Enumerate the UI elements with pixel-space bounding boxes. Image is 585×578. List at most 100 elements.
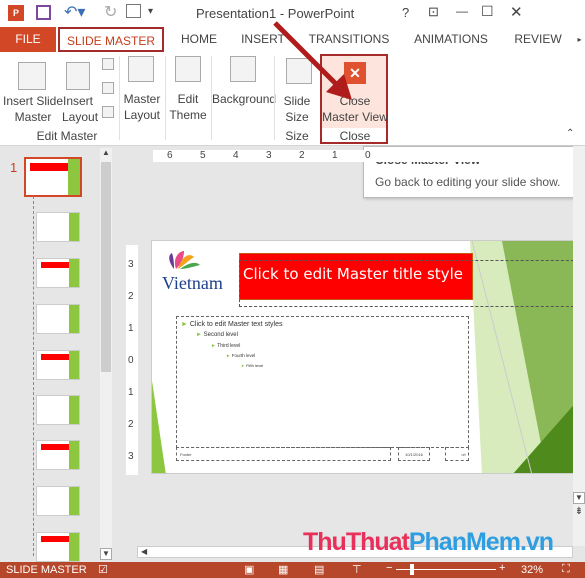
rename-icon[interactable]: [102, 82, 114, 94]
slideshow-icon[interactable]: ⊤: [352, 563, 362, 576]
level-text: Click to edit Master text styles: [189, 321, 283, 328]
collapse-ribbon-icon[interactable]: ⌃: [566, 128, 574, 139]
insert-slide-master-icon: [18, 62, 46, 90]
footer-placeholder[interactable]: Footer: [176, 447, 391, 461]
insert-slide-master-button[interactable]: Insert Slide Master: [2, 93, 64, 125]
body-placeholder[interactable]: ► Click to edit Master text styles ► Seco…: [176, 316, 469, 448]
background-button[interactable]: Background: [212, 91, 276, 107]
fit-slide-icon[interactable]: ⛶: [562, 563, 570, 576]
zoom-in-button[interactable]: +: [499, 562, 505, 574]
view-mode-label: SLIDE MASTER: [6, 564, 87, 576]
insert-layout-icon: [66, 62, 90, 90]
ruler-tick-label: 1: [128, 387, 134, 398]
ruler-tick-label: 1: [128, 323, 134, 334]
divider: [119, 56, 120, 140]
level-text: Fifth level: [246, 363, 264, 368]
customize-qat-icon[interactable]: ▾: [148, 6, 153, 17]
layout-thumbnail[interactable]: [36, 440, 80, 470]
maximize-button[interactable]: ☐: [481, 3, 494, 20]
text-level-4: ► Fourth level: [226, 351, 464, 361]
layout-thumbnail[interactable]: [36, 486, 80, 516]
delete-icon[interactable]: [102, 58, 114, 70]
layout-thumbnail[interactable]: [36, 304, 80, 334]
tab-slide-master[interactable]: SLIDE MASTER: [58, 27, 164, 52]
watermark: ThuThuatPhanMem.vn: [303, 528, 554, 557]
slide-sorter-icon[interactable]: ▦: [278, 563, 288, 576]
divider: [165, 56, 166, 140]
lotus-logo-icon: [169, 251, 200, 269]
slide-number-text: ‹#›: [461, 452, 466, 457]
ribbon-display-options-button[interactable]: ⊡: [428, 4, 439, 20]
layout-thumbnail[interactable]: [36, 350, 80, 380]
status-bar: SLIDE MASTER ☑ ▣ ▦ ▤ ⊤ − + 32% ⛶: [0, 562, 585, 578]
tab-animations[interactable]: ANIMATIONS: [406, 27, 496, 52]
size-group-label: Size: [285, 129, 309, 143]
minimize-button[interactable]: —: [456, 4, 468, 18]
watermark-part3: .vn: [519, 528, 554, 556]
horizontal-ruler: 6 5 4 3 2 1 0: [153, 150, 585, 162]
thumbnail-scrollbar[interactable]: ▲ ▼: [100, 148, 112, 560]
ruler-tick-label: 2: [128, 291, 134, 302]
edit-theme-icon: [175, 56, 201, 82]
annotation-arrow-icon: [273, 21, 352, 100]
master-title-text[interactable]: Click to edit Master title style: [243, 265, 463, 283]
reading-view-icon[interactable]: ▤: [314, 563, 324, 576]
ruler-tick-label: 2: [128, 419, 134, 430]
scroll-tabs-right-icon[interactable]: ▸: [574, 27, 585, 52]
text-level-3: ► Third level: [211, 341, 464, 351]
normal-view-icon[interactable]: ▣: [244, 563, 254, 576]
undo-icon[interactable]: ↶▾: [64, 2, 85, 22]
master-layout-icon: [128, 56, 154, 82]
scrollbar-thumb[interactable]: [101, 162, 111, 372]
zoom-level[interactable]: 32%: [521, 564, 543, 576]
zoom-slider-thumb[interactable]: [410, 564, 414, 575]
preserve-icon[interactable]: [102, 106, 114, 118]
slide-master-thumbnail[interactable]: [24, 157, 82, 197]
ruler-tick-label: 0: [365, 150, 371, 161]
footer-text: Footer: [180, 452, 192, 457]
tab-file[interactable]: FILE: [0, 27, 56, 52]
text-level-2: ► Second level: [196, 330, 464, 341]
thumbnail-number: 1: [10, 160, 18, 175]
date-text: 10/1/2016: [405, 452, 423, 457]
insert-layout-button[interactable]: Insert Layout: [62, 93, 98, 125]
ruler-tick-label: 5: [200, 150, 206, 161]
tab-home[interactable]: HOME: [170, 27, 228, 52]
bullet-icon: ►: [181, 321, 190, 328]
save-icon[interactable]: [36, 5, 51, 20]
layout-thumbnail[interactable]: [36, 212, 80, 242]
watermark-part2: PhanMem: [408, 528, 521, 556]
edit-master-group-label: Edit Master: [36, 129, 98, 143]
ruler-tick-label: 4: [233, 150, 239, 161]
layout-connector: [33, 196, 34, 556]
layout-thumbnail[interactable]: [36, 532, 80, 562]
ruler-tick-label: 2: [299, 150, 305, 161]
close-window-button[interactable]: ✕: [510, 3, 523, 21]
master-layout-button[interactable]: Master Layout: [122, 91, 162, 123]
background-icon: [230, 56, 256, 82]
tab-review[interactable]: REVIEW: [508, 27, 568, 52]
text-level-5: ► Fifth level: [241, 361, 464, 371]
ruler-tick-label: 3: [128, 259, 134, 270]
watermark-part1: ThuThuat: [303, 528, 410, 556]
level-text: Third level: [217, 343, 241, 349]
zoom-slider[interactable]: [396, 564, 496, 575]
ruler-tick-label: 3: [266, 150, 272, 161]
ruler-tick-label: 6: [167, 150, 173, 161]
close-group-label: Close: [339, 129, 371, 143]
edit-theme-button[interactable]: Edit Theme: [168, 91, 208, 123]
layout-thumbnail[interactable]: [36, 258, 80, 288]
slide-number-placeholder[interactable]: ‹#›: [445, 447, 469, 461]
spell-check-icon[interactable]: ☑: [98, 563, 108, 576]
vertical-scrollbar[interactable]: ▼ ⇟: [573, 146, 585, 546]
redo-icon[interactable]: ↻: [104, 2, 117, 22]
zoom-out-button[interactable]: −: [386, 562, 392, 574]
help-button[interactable]: ?: [402, 5, 409, 20]
bullet-icon: ►: [196, 332, 204, 338]
date-placeholder[interactable]: 10/1/2016: [398, 447, 430, 461]
start-slideshow-icon[interactable]: [126, 4, 141, 18]
ruler-tick-label: 0: [128, 355, 134, 366]
tooltip-description: Go back to editing your slide show.: [375, 175, 561, 189]
layout-thumbnail[interactable]: [36, 395, 80, 425]
next-slide-icon[interactable]: ⇟: [573, 506, 585, 517]
